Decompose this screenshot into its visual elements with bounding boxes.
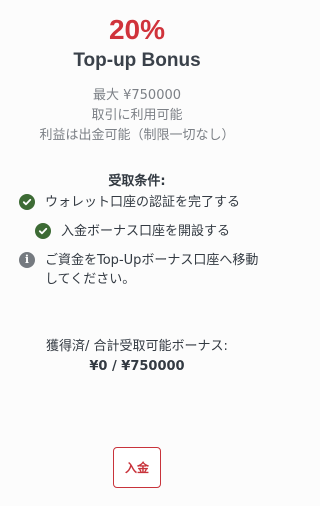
condition-item-open-account: 入金ボーナス口座を開設する — [35, 222, 255, 241]
bonus-card: 20% Top-up Bonus 最大 ¥750000 取引に利用可能 利益は出… — [0, 0, 274, 506]
deposit-button[interactable]: 入金 — [113, 447, 161, 488]
condition-label: ウォレット口座の認証を完了する — [45, 195, 241, 210]
condition-label: ご資金をTop-Upボーナス口座へ移動してください。 — [45, 253, 259, 287]
bonus-detail-max: 最大 ¥750000 — [92, 88, 182, 103]
bonus-title: Top-up Bonus — [73, 50, 201, 71]
info-circle-icon: i — [19, 252, 35, 268]
condition-label: 入金ボーナス口座を開設する — [61, 224, 231, 239]
bonus-percent: 20% — [108, 14, 166, 45]
bonus-detail-usage: 取引に利用可能 — [91, 108, 183, 123]
bonus-progress-value: ¥0 / ¥750000 — [89, 359, 185, 374]
bonus-detail-withdraw: 利益は出金可能（制限一切なし） — [39, 128, 235, 143]
check-circle-icon — [35, 223, 51, 239]
conditions-heading: 受取条件: — [108, 174, 166, 189]
condition-item-transfer-funds: i ご資金をTop-Upボーナス口座へ移動してください。 — [19, 251, 264, 289]
check-circle-icon — [19, 194, 35, 210]
condition-item-verify-wallet: ウォレット口座の認証を完了する — [19, 193, 264, 212]
bonus-progress-label: 獲得済/ 合計受取可能ボーナス: — [46, 339, 228, 354]
